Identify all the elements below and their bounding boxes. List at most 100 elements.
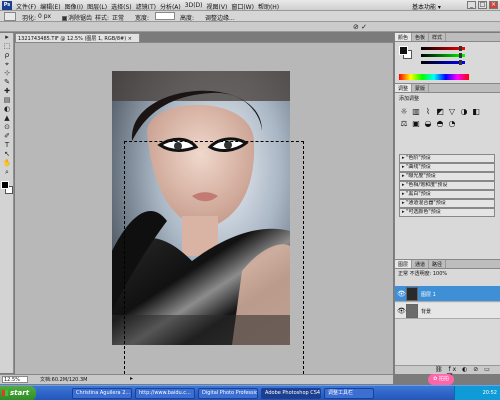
blue-slider[interactable] — [421, 60, 465, 65]
tab-color[interactable]: 颜色 — [395, 33, 413, 41]
task-button[interactable]: 调整工具栏 — [324, 388, 374, 399]
close-button[interactable]: × — [489, 1, 498, 9]
menu-layer[interactable]: 图层(L) — [87, 2, 107, 11]
green-slider[interactable] — [421, 53, 465, 58]
brush-tool-icon[interactable]: ✎ — [1, 78, 13, 87]
preset-selective-color[interactable]: ▸ "可选颜色"预设 — [399, 208, 495, 217]
tray-badge[interactable]: ✿ 拍拍 — [428, 374, 454, 385]
tab-layers[interactable]: 图层 — [395, 260, 413, 268]
tab-paths[interactable]: 路径 — [429, 260, 447, 268]
green-slider-handle[interactable] — [459, 53, 462, 58]
blue-slider-handle[interactable] — [459, 60, 462, 65]
posterize-icon[interactable]: ◔ — [447, 119, 457, 129]
red-slider[interactable] — [421, 46, 465, 51]
minimize-button[interactable]: _ — [467, 1, 476, 9]
image-canvas[interactable] — [112, 71, 290, 345]
tab-adjustments[interactable]: 调整 — [395, 84, 413, 92]
height-label: 高度: — [180, 15, 195, 22]
preset-levels[interactable]: ▸ "色阶"预设 — [399, 154, 495, 163]
tool-preset-picker[interactable] — [4, 12, 16, 21]
menu-edit[interactable]: 编辑(E) — [40, 2, 60, 11]
dodge-tool-icon[interactable]: ⊙ — [1, 123, 13, 132]
document-tab[interactable]: 1321743485.TIF @ 12.5% (图层 1, RGB/8#) × — [15, 33, 140, 42]
channel-mixer-icon[interactable]: ◒ — [423, 119, 433, 129]
vibrance-icon[interactable]: ▽ — [447, 107, 457, 117]
style-select[interactable]: 正常 — [112, 13, 124, 22]
curves-icon[interactable]: ⌇ — [423, 107, 433, 117]
tab-swatches[interactable]: 色板 — [412, 33, 430, 41]
color-spectrum[interactable] — [399, 74, 469, 80]
clone-stamp-tool-icon[interactable]: ▤ — [1, 96, 13, 105]
checkbox-icon — [62, 16, 67, 21]
history-brush-tool-icon[interactable]: ◐ — [1, 105, 13, 114]
gradient-tool-icon[interactable]: ▲ — [1, 114, 13, 123]
preset-hue-saturation[interactable]: ▸ "色相/饱和度"预设 — [399, 181, 495, 190]
menu-image[interactable]: 图像(I) — [65, 2, 83, 11]
start-button[interactable]: start — [0, 386, 36, 400]
layer-thumbnail — [406, 304, 418, 318]
menu-window[interactable]: 窗口(W) — [231, 2, 254, 11]
tab-styles[interactable]: 样式 — [429, 33, 447, 41]
menu-select[interactable]: 选择(S) — [111, 2, 132, 11]
invert-icon[interactable]: ◓ — [435, 119, 445, 129]
hue-saturation-icon[interactable]: ◑ — [459, 107, 469, 117]
tab-channels[interactable]: 通道 — [412, 260, 430, 268]
black-white-icon[interactable]: ◧ — [471, 107, 481, 117]
preset-channel-mixer[interactable]: ▸ "通道混合器"预设 — [399, 199, 495, 208]
preset-curves[interactable]: ▸ "曲线"预设 — [399, 163, 495, 172]
brightness-icon[interactable]: ☼ — [399, 107, 409, 117]
heal-tool-icon[interactable]: ✚ — [1, 87, 13, 96]
layer-actions-bar[interactable]: ⛓ fx ◐ ⊘ ▭ ⊕ 🗑 — [395, 365, 500, 380]
layer-row[interactable]: 👁 图层 1 — [395, 286, 500, 302]
exposure-icon[interactable]: ◩ — [435, 107, 445, 117]
feather-value[interactable]: 0 px — [38, 13, 51, 20]
width-input[interactable] — [155, 12, 175, 20]
menu-help[interactable]: 帮助(H) — [258, 2, 279, 11]
workspace-switcher[interactable]: 基本功能 ▾ — [412, 2, 441, 11]
visibility-eye-icon[interactable]: 👁 — [397, 307, 406, 315]
layer-row[interactable]: 👁 背景 — [395, 303, 500, 319]
commit-cancel-icons[interactable]: ⊘ ✓ — [353, 23, 367, 31]
antialias-checkbox[interactable]: 消除锯齿 — [62, 13, 92, 22]
tab-masks[interactable]: 蒙版 — [412, 84, 430, 92]
levels-icon[interactable]: ▥ — [411, 107, 421, 117]
crop-tool-icon[interactable]: ⊹ — [1, 69, 13, 78]
maximize-button[interactable]: □ — [478, 1, 487, 9]
portrait-photo — [112, 71, 290, 345]
move-tool-icon[interactable]: ▸ — [1, 33, 13, 42]
foreground-color-swatch[interactable] — [1, 181, 9, 189]
refine-edge-button[interactable]: 调整边缘... — [205, 13, 235, 22]
task-button-active[interactable]: Adobe Photoshop CS4... — [261, 388, 321, 399]
marquee-tool-icon[interactable]: ⬚ — [1, 42, 13, 51]
add-adjustment-label: 添加调整 — [399, 96, 420, 102]
task-button[interactable]: Christina Aguilera 2... — [72, 388, 132, 399]
status-menu-arrow-icon[interactable]: ▸ — [130, 375, 133, 382]
panel-foreground-swatch[interactable] — [399, 46, 408, 55]
task-button[interactable]: http://www.baidu.c... — [135, 388, 195, 399]
path-select-tool-icon[interactable]: ↖ — [1, 150, 13, 159]
quick-select-tool-icon[interactable]: ⌖ — [1, 60, 13, 69]
menu-view[interactable]: 视图(V) — [207, 2, 228, 11]
task-button[interactable]: Digital Photo Professio... — [198, 388, 258, 399]
zoom-input[interactable]: 12.5% — [2, 376, 28, 383]
hand-tool-icon[interactable]: ✋ — [1, 159, 13, 168]
red-slider-handle[interactable] — [459, 46, 462, 51]
preset-exposure[interactable]: ▸ "曝光度"预设 — [399, 172, 495, 181]
menu-file[interactable]: 文件(F) — [16, 2, 36, 11]
menu-3d[interactable]: 3D(D) — [185, 2, 203, 11]
lasso-tool-icon[interactable]: ρ — [1, 51, 13, 60]
pen-tool-icon[interactable]: ✐ — [1, 132, 13, 141]
preset-black-white[interactable]: ▸ "黑白"预设 — [399, 190, 495, 199]
color-balance-icon[interactable]: ⚖ — [399, 119, 409, 129]
menu-analysis[interactable]: 分析(A) — [160, 2, 181, 11]
panel-dock: 颜色 色板 样式 调整 蒙版 添加调整 ☼ ▥ ⌇ ◩ ▽ ◑ ◧ ⚖ ▣ ◒ … — [394, 33, 500, 380]
photo-filter-icon[interactable]: ▣ — [411, 119, 421, 129]
menu-filter[interactable]: 滤镜(T) — [136, 2, 156, 11]
type-tool-icon[interactable]: T — [1, 141, 13, 150]
zoom-tool-icon[interactable]: ⌕ — [1, 168, 13, 177]
document-area — [15, 42, 393, 379]
layer-name: 图层 1 — [421, 292, 436, 298]
visibility-eye-icon[interactable]: 👁 — [397, 290, 406, 298]
layer-blend-options[interactable]: 正常 不透明度: 100% — [395, 269, 500, 277]
secondary-bar: ⊘ ✓ — [0, 22, 500, 32]
